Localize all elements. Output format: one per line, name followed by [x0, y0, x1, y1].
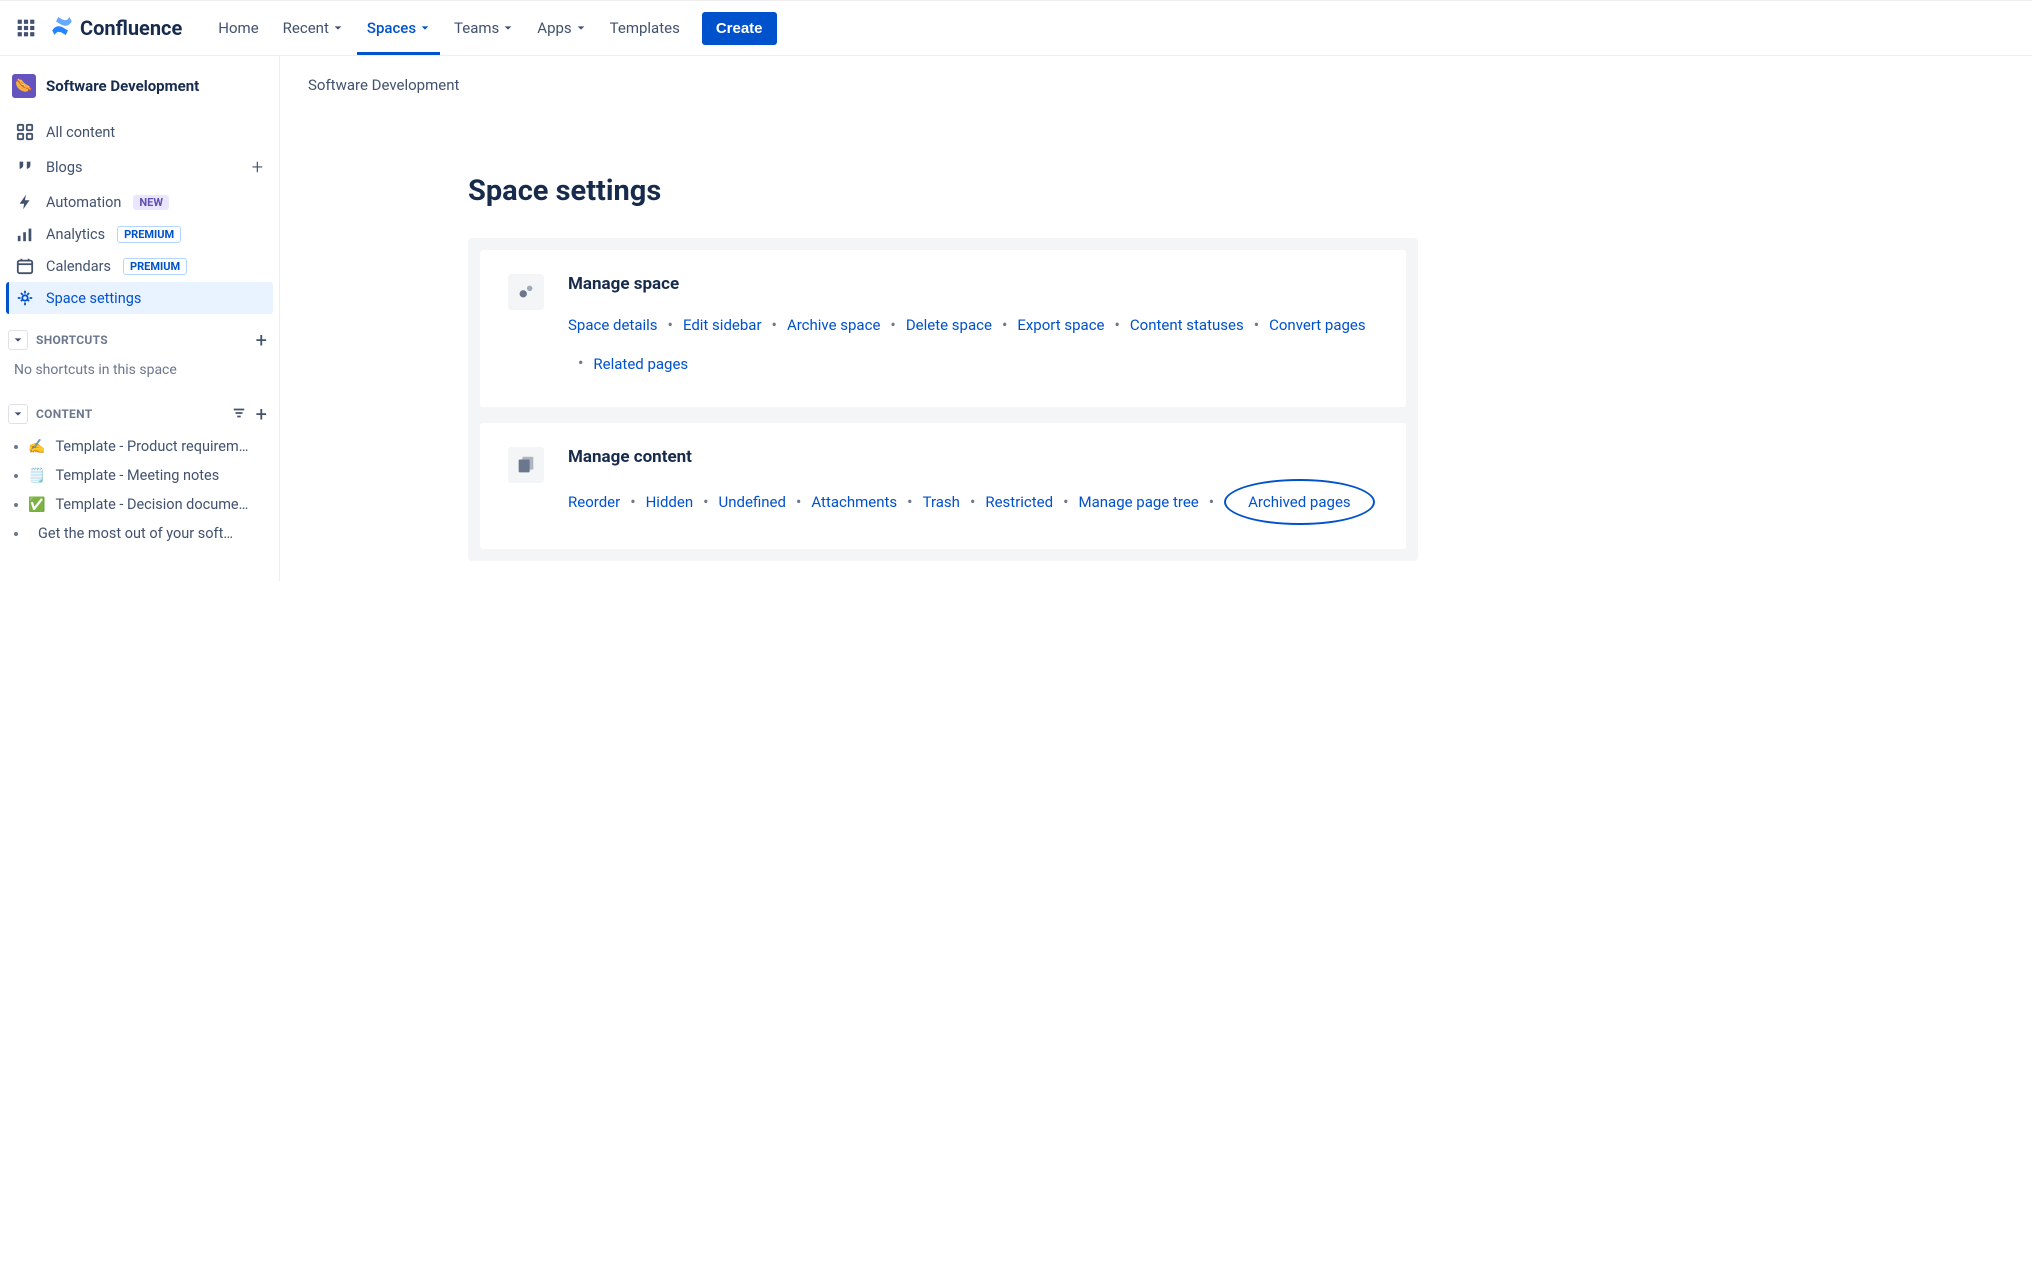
confluence-logo[interactable]: Confluence	[50, 14, 182, 43]
pages-icon	[508, 447, 544, 483]
manage-content-links: Reorder• Hidden• Undefined• Attachments•…	[568, 479, 1375, 525]
sidebar: 🌭 Software Development All content Blogs…	[0, 56, 280, 581]
nav-apps[interactable]: Apps	[527, 13, 595, 43]
space-header[interactable]: 🌭 Software Development	[4, 68, 275, 116]
confluence-icon	[50, 14, 74, 43]
chevron-down-icon	[503, 23, 513, 33]
grid-icon	[16, 18, 36, 38]
calendar-icon	[16, 257, 34, 275]
top-nav: Confluence Home Recent Spaces Teams Apps…	[0, 0, 2032, 56]
add-content-button[interactable]: +	[256, 402, 267, 426]
page-tree-item[interactable]: 🗒️Template - Meeting notes	[4, 461, 275, 490]
link-archived-pages[interactable]: Archived pages	[1248, 493, 1351, 511]
chevron-down-icon	[333, 23, 343, 33]
nav-home[interactable]: Home	[208, 13, 268, 43]
main-content: Software Development Space settings Mana…	[280, 56, 2032, 581]
link-delete-space[interactable]: Delete space	[906, 307, 992, 343]
space-avatar: 🌭	[12, 74, 36, 98]
page-title: Space settings	[468, 174, 2004, 208]
collapse-content-button[interactable]	[8, 404, 28, 424]
nav-recent[interactable]: Recent	[273, 13, 353, 43]
link-related-pages[interactable]: Related pages	[593, 346, 688, 382]
nav-templates[interactable]: Templates	[600, 13, 690, 43]
app-switcher-button[interactable]	[10, 12, 42, 44]
nav-teams[interactable]: Teams	[444, 13, 523, 43]
sidebar-all-content[interactable]: All content	[6, 116, 273, 148]
sidebar-space-settings[interactable]: Space settings	[6, 282, 273, 314]
sidebar-analytics[interactable]: Analytics PREMIUM	[6, 218, 273, 250]
new-badge: NEW	[133, 195, 169, 210]
content-section-header: CONTENT +	[4, 388, 275, 432]
chevron-down-icon	[576, 23, 586, 33]
link-undefined[interactable]: Undefined	[719, 484, 786, 520]
grid-small-icon	[16, 123, 34, 141]
breadcrumb[interactable]: Software Development	[308, 76, 2004, 94]
link-restricted[interactable]: Restricted	[985, 484, 1053, 520]
chevron-down-icon	[420, 23, 430, 33]
link-edit-sidebar[interactable]: Edit sidebar	[683, 307, 762, 343]
app-name: Confluence	[80, 16, 182, 40]
link-trash[interactable]: Trash	[923, 484, 960, 520]
link-hidden[interactable]: Hidden	[646, 484, 694, 520]
card-title: Manage content	[568, 447, 1375, 467]
page-tree-item[interactable]: ✍️Template - Product requireme...	[4, 432, 275, 461]
space-name: Software Development	[46, 77, 199, 95]
link-export-space[interactable]: Export space	[1017, 307, 1104, 343]
page-tree-item[interactable]: ✅Template - Decision documen...	[4, 490, 275, 519]
highlight-oval: Archived pages	[1224, 479, 1375, 525]
manage-content-card: Manage content Reorder• Hidden• Undefine…	[480, 423, 1406, 549]
sidebar-blogs[interactable]: Blogs +	[6, 148, 273, 186]
link-space-details[interactable]: Space details	[568, 307, 658, 343]
link-manage-page-tree[interactable]: Manage page tree	[1079, 484, 1199, 520]
manage-space-links: Space details• Edit sidebar• Archive spa…	[568, 306, 1378, 383]
shortcuts-empty: No shortcuts in this space	[4, 358, 275, 388]
shortcuts-section-header: SHORTCUTS +	[4, 314, 275, 358]
gears-icon	[508, 274, 544, 310]
premium-badge: PREMIUM	[117, 226, 181, 243]
create-button[interactable]: Create	[702, 12, 777, 45]
add-blog-button[interactable]: +	[252, 155, 263, 179]
filter-content-button[interactable]	[232, 405, 246, 424]
premium-badge: PREMIUM	[123, 258, 187, 275]
manage-space-card: Manage space Space details• Edit sidebar…	[480, 250, 1406, 407]
link-content-statuses[interactable]: Content statuses	[1130, 307, 1244, 343]
link-attachments[interactable]: Attachments	[811, 484, 897, 520]
primary-nav: Home Recent Spaces Teams Apps Templates …	[208, 12, 776, 45]
sidebar-automation[interactable]: Automation NEW	[6, 186, 273, 218]
card-title: Manage space	[568, 274, 1378, 294]
collapse-shortcuts-button[interactable]	[8, 330, 28, 350]
link-convert-pages[interactable]: Convert pages	[1269, 307, 1366, 343]
add-shortcut-button[interactable]: +	[256, 328, 267, 352]
link-reorder[interactable]: Reorder	[568, 484, 620, 520]
sidebar-calendars[interactable]: Calendars PREMIUM	[6, 250, 273, 282]
page-tree-item[interactable]: Get the most out of your software...	[4, 519, 275, 548]
quote-icon	[16, 158, 34, 176]
bolt-icon	[16, 193, 34, 211]
chart-icon	[16, 225, 34, 243]
nav-spaces[interactable]: Spaces	[357, 13, 440, 43]
gear-icon	[16, 289, 34, 307]
link-archive-space[interactable]: Archive space	[787, 307, 880, 343]
